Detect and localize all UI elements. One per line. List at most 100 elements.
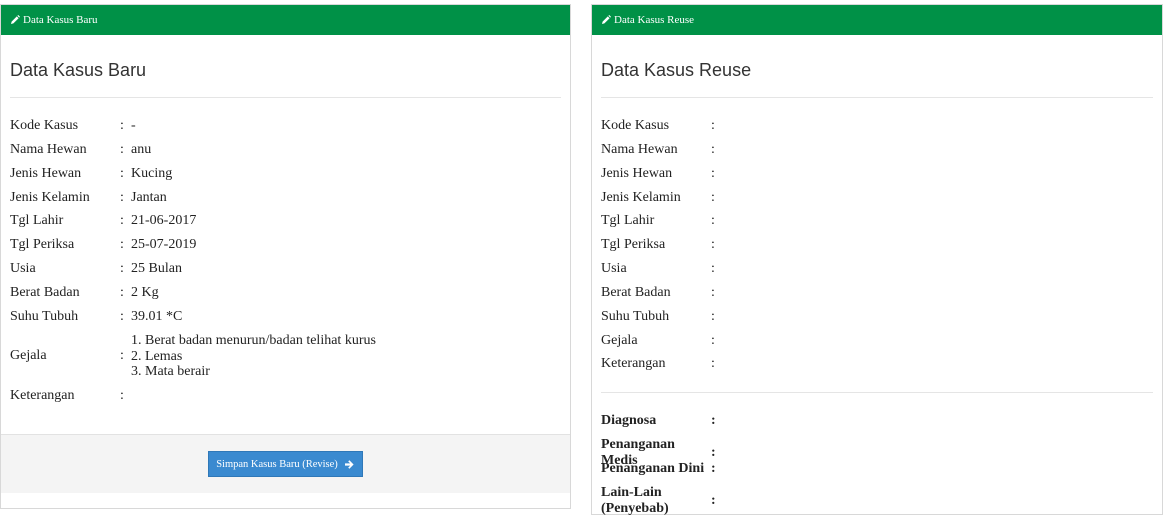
field-usia: Usia : xyxy=(601,261,722,277)
field-colon: : xyxy=(711,237,715,252)
arrow-right-icon xyxy=(344,459,355,470)
field-label: Jenis Kelamin xyxy=(601,190,681,205)
field-label: Keterangan xyxy=(601,356,666,371)
field-label: Nama Hewan xyxy=(10,142,87,157)
field-kode-kasus: Kode Kasus : - xyxy=(10,118,136,134)
gejala-list: 1. Berat badan menurun/badan telihat kur… xyxy=(131,333,376,380)
field-berat-badan: Berat Badan : xyxy=(601,285,722,301)
simpan-button-label: Simpan Kasus Baru (Revise) xyxy=(216,458,338,470)
field-colon: : xyxy=(711,445,716,460)
gejala-item: 2. Lemas xyxy=(131,348,183,364)
field-jenis-hewan: Jenis Hewan : Kucing xyxy=(10,166,172,182)
field-label: Keterangan xyxy=(10,388,75,403)
field-nama-hewan: Nama Hewan : xyxy=(601,142,722,158)
pencil-icon xyxy=(601,15,611,25)
divider xyxy=(10,97,561,98)
panel-title: Data Kasus Reuse xyxy=(601,60,752,80)
field-label: Berat Badan xyxy=(10,285,80,300)
simpan-kasus-baru-button[interactable]: Simpan Kasus Baru (Revise) xyxy=(208,451,363,477)
field-colon: : xyxy=(711,190,715,205)
field-value: 25 Bulan xyxy=(131,261,182,276)
field-label: Lain-Lain (Penyebab) xyxy=(601,485,669,516)
field-colon: : xyxy=(711,356,715,371)
field-value: 39.01 *C xyxy=(131,309,183,324)
panel-heading: Data Kasus Reuse xyxy=(592,5,1162,35)
divider xyxy=(601,392,1153,393)
field-gejala: Gejala : xyxy=(601,333,722,349)
field-label: Kode Kasus xyxy=(601,118,670,133)
field-label: Tgl Periksa xyxy=(601,237,666,252)
field-jenis-kelamin: Jenis Kelamin : Jantan xyxy=(10,190,167,206)
field-suhu-tubuh: Suhu Tubuh : xyxy=(601,309,722,325)
field-colon: : xyxy=(711,285,715,300)
field-usia: Usia : 25 Bulan xyxy=(10,261,182,277)
field-colon: : xyxy=(120,348,124,364)
field-colon: : xyxy=(120,261,124,276)
field-keterangan: Keterangan : xyxy=(601,356,722,372)
field-value: anu xyxy=(131,142,152,157)
field-label: Usia xyxy=(10,261,36,276)
field-label: Gejala xyxy=(601,333,638,348)
field-colon: : xyxy=(711,333,715,348)
gejala-item: 3. Mata berair xyxy=(131,364,210,379)
panel-data-kasus-baru: Data Kasus Baru Data Kasus Baru Kode Kas… xyxy=(0,4,571,509)
field-value: Jantan xyxy=(131,190,167,205)
field-label: Suhu Tubuh xyxy=(10,309,79,324)
field-colon: : xyxy=(120,142,124,157)
field-label: Diagnosa xyxy=(601,413,657,428)
field-label: Tgl Periksa xyxy=(10,237,75,252)
field-label: Suhu Tubuh xyxy=(601,309,670,324)
field-diagnosa: Diagnosa : xyxy=(601,413,722,429)
field-keterangan: Keterangan : xyxy=(10,388,131,404)
field-colon: : xyxy=(711,118,715,133)
field-label: Nama Hewan xyxy=(601,142,678,157)
field-label: Tgl Lahir xyxy=(601,213,655,228)
field-tgl-lahir: Tgl Lahir : 21-06-2017 xyxy=(10,213,196,229)
panel-title: Data Kasus Baru xyxy=(10,60,147,80)
field-kode-kasus: Kode Kasus : xyxy=(601,118,722,134)
field-colon: : xyxy=(711,461,716,476)
field-value: 2 Kg xyxy=(131,285,159,300)
field-colon: : xyxy=(120,388,124,403)
field-suhu-tubuh: Suhu Tubuh : 39.01 *C xyxy=(10,309,182,325)
field-label: Kode Kasus xyxy=(10,118,79,133)
field-colon: : xyxy=(120,309,124,324)
field-berat-badan: Berat Badan : 2 Kg xyxy=(10,285,159,301)
field-colon: : xyxy=(711,493,716,508)
field-colon: : xyxy=(120,285,124,300)
field-tgl-periksa: Tgl Periksa : xyxy=(601,237,722,253)
field-value: 21-06-2017 xyxy=(131,213,197,228)
field-colon: : xyxy=(711,309,715,324)
divider xyxy=(601,97,1153,98)
field-gejala: Gejala : 1. Berat badan menurun/badan te… xyxy=(10,333,376,380)
field-nama-hewan: Nama Hewan : anu xyxy=(10,142,151,158)
panel-heading-label: Data Kasus Baru xyxy=(23,14,98,26)
field-label: Penanganan Dini xyxy=(601,461,705,476)
field-colon: : xyxy=(711,166,715,181)
gejala-item: 1. Berat badan menurun/badan telihat kur… xyxy=(131,333,376,348)
field-colon: : xyxy=(711,261,715,276)
field-label: Jenis Kelamin xyxy=(10,190,90,205)
field-label: Tgl Lahir xyxy=(10,213,64,228)
field-tgl-lahir: Tgl Lahir : xyxy=(601,213,722,229)
field-label: Jenis Hewan xyxy=(10,166,82,181)
field-jenis-hewan: Jenis Hewan : xyxy=(601,166,722,182)
panel-heading-label: Data Kasus Reuse xyxy=(614,14,695,26)
field-label: Jenis Hewan xyxy=(601,166,673,181)
pencil-icon xyxy=(10,15,20,25)
field-lain-lain: Lain-Lain (Penyebab) : xyxy=(601,485,722,517)
field-colon: : xyxy=(120,118,124,133)
field-value: Kucing xyxy=(131,166,173,181)
field-value: 25-07-2019 xyxy=(131,237,197,252)
field-jenis-kelamin: Jenis Kelamin : xyxy=(601,190,722,206)
field-label: Berat Badan xyxy=(601,285,671,300)
field-colon: : xyxy=(711,213,715,228)
field-tgl-periksa: Tgl Periksa : 25-07-2019 xyxy=(10,237,196,253)
field-colon: : xyxy=(120,166,124,181)
field-colon: : xyxy=(120,237,124,252)
panel-heading: Data Kasus Baru xyxy=(1,5,570,35)
field-colon: : xyxy=(120,213,124,228)
field-label: Usia xyxy=(601,261,627,276)
panel-data-kasus-reuse: Data Kasus Reuse Data Kasus Reuse Kode K… xyxy=(591,4,1163,517)
field-colon: : xyxy=(711,413,716,428)
